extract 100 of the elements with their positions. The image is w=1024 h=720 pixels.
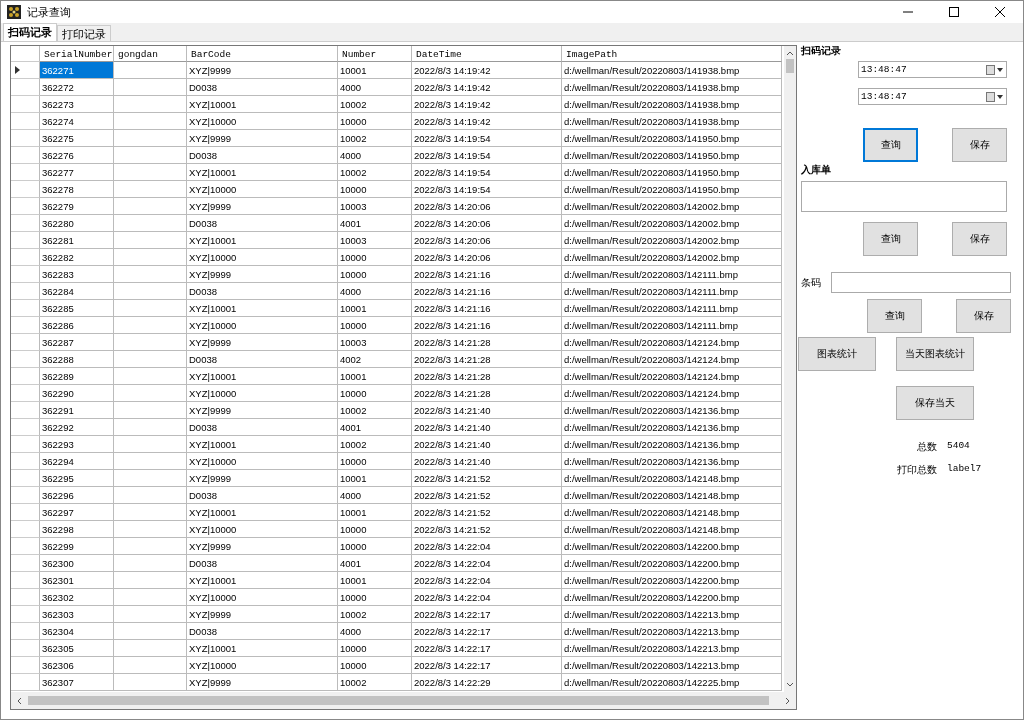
table-cell: d:/wellman/Result/20220803/142225.bmp: [562, 674, 782, 691]
table-cell: XYZ|10001: [187, 504, 338, 521]
table-cell: 2022/8/3 14:22:04: [412, 555, 562, 572]
scroll-thumb[interactable]: [786, 59, 794, 73]
table-cell: d:/wellman/Result/20220803/142111.bmp: [562, 283, 782, 300]
push-button[interactable]: 图表统计: [798, 337, 876, 371]
table-cell: 10000: [338, 657, 412, 674]
table-cell: d:/wellman/Result/20220803/142124.bmp: [562, 334, 782, 351]
table-cell: d:/wellman/Result/20220803/142213.bmp: [562, 657, 782, 674]
table-cell: 2022/8/3 14:22:17: [412, 623, 562, 640]
table-cell: 362301: [40, 572, 114, 589]
column-header[interactable]: BarCode: [187, 46, 338, 62]
table-cell: 4000: [338, 487, 412, 504]
column-header[interactable]: DateTime: [412, 46, 562, 62]
table-cell: d:/wellman/Result/20220803/142213.bmp: [562, 623, 782, 640]
table-cell: d:/wellman/Result/20220803/142200.bmp: [562, 572, 782, 589]
table-cell: 362287: [40, 334, 114, 351]
column-header[interactable]: gongdan: [114, 46, 187, 62]
table-cell: XYZ|10000: [187, 317, 338, 334]
scroll-right-icon[interactable]: [785, 696, 791, 705]
table-cell: XYZ|10000: [187, 589, 338, 606]
table-cell: 362274: [40, 113, 114, 130]
table-cell: 362292: [40, 419, 114, 436]
table-cell: d:/wellman/Result/20220803/142002.bmp: [562, 215, 782, 232]
table-cell: 2022/8/3 14:21:40: [412, 453, 562, 470]
total-value: label7: [947, 463, 982, 476]
table-cell: 4001: [338, 419, 412, 436]
table-cell: 2022/8/3 14:20:06: [412, 198, 562, 215]
scroll-thumb[interactable]: [28, 696, 769, 705]
table-cell: 362293: [40, 436, 114, 453]
table-cell: 362302: [40, 589, 114, 606]
table-cell: 2022/8/3 14:21:28: [412, 385, 562, 402]
table-cell: 10000: [338, 521, 412, 538]
table-cell: d:/wellman/Result/20220803/142111.bmp: [562, 317, 782, 334]
table-cell: 2022/8/3 14:21:16: [412, 300, 562, 317]
section-label: 入库单: [801, 163, 831, 177]
time-picker[interactable]: 13:48:47: [858, 61, 1007, 78]
push-button[interactable]: 保存: [952, 222, 1007, 256]
table-cell: 362277: [40, 164, 114, 181]
vertical-scrollbar[interactable]: [784, 46, 796, 692]
total-label: 打印总数: [896, 463, 937, 477]
push-button[interactable]: 查询: [863, 222, 918, 256]
push-button[interactable]: 保存: [956, 299, 1011, 333]
tab[interactable]: 打印记录: [57, 25, 111, 41]
table-cell: d:/wellman/Result/20220803/141938.bmp: [562, 62, 782, 79]
table-cell: 362282: [40, 249, 114, 266]
table-cell: XYZ|9999: [187, 470, 338, 487]
push-button[interactable]: 查询: [867, 299, 922, 333]
table-cell: 2022/8/3 14:20:06: [412, 249, 562, 266]
table-cell: d:/wellman/Result/20220803/141950.bmp: [562, 181, 782, 198]
push-button[interactable]: 保存: [952, 128, 1007, 162]
column-header[interactable]: ImagePath: [562, 46, 782, 62]
calendar-dropdown-icon[interactable]: [986, 91, 1004, 102]
table-cell: XYZ|10001: [187, 164, 338, 181]
table-cell: d:/wellman/Result/20220803/142002.bmp: [562, 249, 782, 266]
table-cell: D0038: [187, 419, 338, 436]
table-cell: 362295: [40, 470, 114, 487]
column-header[interactable]: Number: [338, 46, 412, 62]
table-cell: 10000: [338, 249, 412, 266]
table-cell: 362307: [40, 674, 114, 691]
table-cell: 2022/8/3 14:19:42: [412, 79, 562, 96]
scroll-left-icon[interactable]: [16, 696, 22, 705]
table-cell: 10001: [338, 504, 412, 521]
row-header: [11, 46, 40, 62]
table-cell: d:/wellman/Result/20220803/141950.bmp: [562, 130, 782, 147]
table-cell: 4000: [338, 79, 412, 96]
table-cell: d:/wellman/Result/20220803/142124.bmp: [562, 368, 782, 385]
table-cell: 10000: [338, 589, 412, 606]
table-cell: d:/wellman/Result/20220803/142200.bmp: [562, 555, 782, 572]
tab[interactable]: 扫码记录: [3, 23, 57, 41]
table-cell: D0038: [187, 283, 338, 300]
table-cell: d:/wellman/Result/20220803/142136.bmp: [562, 436, 782, 453]
table-cell: 362298: [40, 521, 114, 538]
table-cell: XYZ|9999: [187, 538, 338, 555]
table-cell: 362288: [40, 351, 114, 368]
time-picker[interactable]: 13:48:47: [858, 88, 1007, 105]
push-button[interactable]: 当天图表统计: [896, 337, 974, 371]
table-cell: 10002: [338, 402, 412, 419]
scroll-up-icon[interactable]: [786, 50, 794, 56]
table-cell: 362272: [40, 79, 114, 96]
horizontal-scrollbar[interactable]: [11, 692, 796, 709]
table-cell: 362303: [40, 606, 114, 623]
table-cell: XYZ|10001: [187, 96, 338, 113]
table-cell: 362305: [40, 640, 114, 657]
table-cell: 4000: [338, 283, 412, 300]
push-button[interactable]: 查询: [863, 128, 918, 162]
table-cell: 10002: [338, 164, 412, 181]
scroll-down-icon[interactable]: [786, 682, 794, 688]
table-cell: 362294: [40, 453, 114, 470]
push-button[interactable]: 保存当天: [896, 386, 974, 420]
total-label: 总数: [916, 440, 937, 454]
calendar-dropdown-icon[interactable]: [986, 64, 1004, 75]
table-cell: 362300: [40, 555, 114, 572]
text-field[interactable]: [801, 181, 1007, 212]
app-icon: [7, 5, 21, 19]
table-cell: 2022/8/3 14:19:54: [412, 164, 562, 181]
total-value: 5404: [947, 440, 970, 453]
barcode-field[interactable]: [831, 272, 1011, 293]
table-cell: 362297: [40, 504, 114, 521]
table-cell: 2022/8/3 14:19:42: [412, 113, 562, 130]
